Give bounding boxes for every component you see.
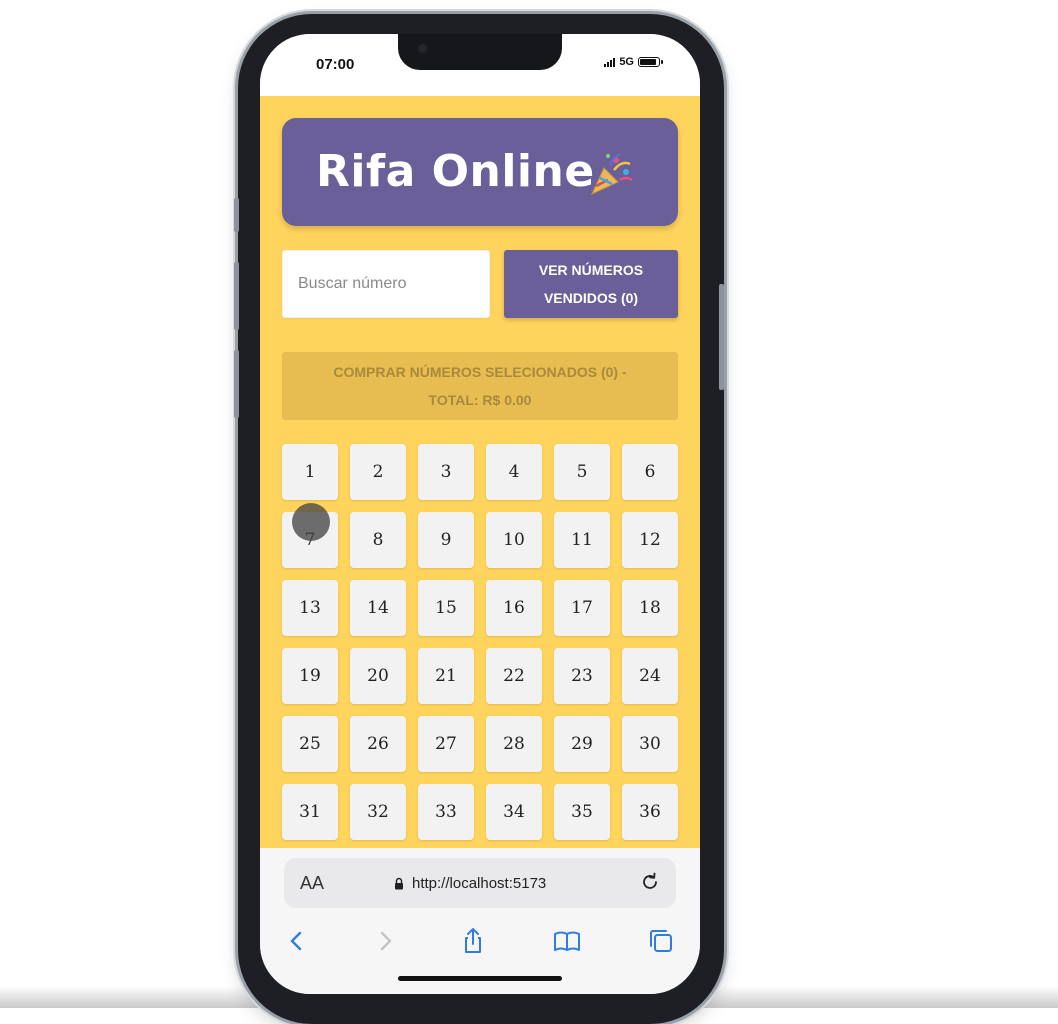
status-icons: 5G [604, 56, 663, 68]
number-tile-10[interactable]: 10 [486, 512, 542, 568]
status-time: 07:00 [316, 56, 355, 73]
phone-volume-up-button [234, 262, 239, 330]
number-tile-23[interactable]: 23 [554, 648, 610, 704]
phone-power-button [719, 284, 724, 390]
browser-nav-row [260, 922, 700, 962]
number-tile-5[interactable]: 5 [554, 444, 610, 500]
number-tile-12[interactable]: 12 [622, 512, 678, 568]
address-bar[interactable]: AA http://localhost:5173 [284, 858, 676, 908]
number-tile-2[interactable]: 2 [350, 444, 406, 500]
number-tile-35[interactable]: 35 [554, 784, 610, 840]
number-tile-11[interactable]: 11 [554, 512, 610, 568]
phone-action-button [234, 198, 239, 232]
network-label: 5G [619, 56, 634, 68]
touch-indicator [292, 503, 330, 541]
signal-icon [604, 57, 616, 67]
number-tile-33[interactable]: 33 [418, 784, 474, 840]
text-size-button[interactable]: AA [300, 873, 324, 894]
number-tile-26[interactable]: 26 [350, 716, 406, 772]
back-icon[interactable] [282, 926, 312, 956]
url-text: http://localhost:5173 [412, 875, 547, 892]
number-tile-36[interactable]: 36 [622, 784, 678, 840]
number-tile-18[interactable]: 18 [622, 580, 678, 636]
number-grid: 1234567891011121314151617181920212223242… [282, 444, 678, 840]
app-header: Rifa Online [282, 118, 678, 226]
number-tile-31[interactable]: 31 [282, 784, 338, 840]
buy-selected-numbers-button[interactable]: COMPRAR NÚMEROS SELECIONADOS (0) - TOTAL… [282, 352, 678, 420]
app-title: Rifa Online [316, 146, 595, 197]
battery-icon [638, 57, 663, 67]
view-sold-numbers-button[interactable]: VER NÚMEROS VENDIDOS (0) [504, 250, 678, 318]
notch [398, 34, 562, 70]
safari-toolbar: AA http://localhost:5173 [260, 848, 700, 994]
lock-icon [395, 877, 403, 890]
search-input[interactable] [282, 250, 490, 318]
number-tile-13[interactable]: 13 [282, 580, 338, 636]
number-tile-24[interactable]: 24 [622, 648, 678, 704]
forward-icon [380, 931, 392, 951]
number-tile-20[interactable]: 20 [350, 648, 406, 704]
camera-icon [418, 44, 427, 53]
reload-icon[interactable] [638, 870, 662, 894]
number-tile-4[interactable]: 4 [486, 444, 542, 500]
party-popper-icon [590, 153, 633, 196]
number-tile-28[interactable]: 28 [486, 716, 542, 772]
tabs-icon[interactable] [646, 926, 676, 956]
number-tile-25[interactable]: 25 [282, 716, 338, 772]
home-indicator [398, 976, 562, 981]
number-tile-34[interactable]: 34 [486, 784, 542, 840]
raffle-app: Rifa Online VER NÚMEROS VENDIDOS (0) COM… [260, 96, 700, 848]
share-icon[interactable] [458, 926, 488, 956]
number-tile-8[interactable]: 8 [350, 512, 406, 568]
number-tile-21[interactable]: 21 [418, 648, 474, 704]
number-tile-32[interactable]: 32 [350, 784, 406, 840]
number-tile-19[interactable]: 19 [282, 648, 338, 704]
status-bar: 07:00 5G [260, 34, 700, 96]
number-tile-27[interactable]: 27 [418, 716, 474, 772]
number-tile-17[interactable]: 17 [554, 580, 610, 636]
number-tile-15[interactable]: 15 [418, 580, 474, 636]
number-tile-3[interactable]: 3 [418, 444, 474, 500]
url-display[interactable]: http://localhost:5173 [394, 875, 546, 892]
number-tile-22[interactable]: 22 [486, 648, 542, 704]
number-tile-14[interactable]: 14 [350, 580, 406, 636]
number-tile-1[interactable]: 1 [282, 444, 338, 500]
phone-screen: 07:00 5G Rifa Online Buscar número VER N… [260, 34, 700, 994]
number-tile-30[interactable]: 30 [622, 716, 678, 772]
number-tile-9[interactable]: 9 [418, 512, 474, 568]
number-tile-29[interactable]: 29 [554, 716, 610, 772]
bookmarks-icon[interactable] [552, 926, 582, 956]
number-tile-16[interactable]: 16 [486, 580, 542, 636]
phone-volume-down-button [234, 350, 239, 418]
number-tile-6[interactable]: 6 [622, 444, 678, 500]
